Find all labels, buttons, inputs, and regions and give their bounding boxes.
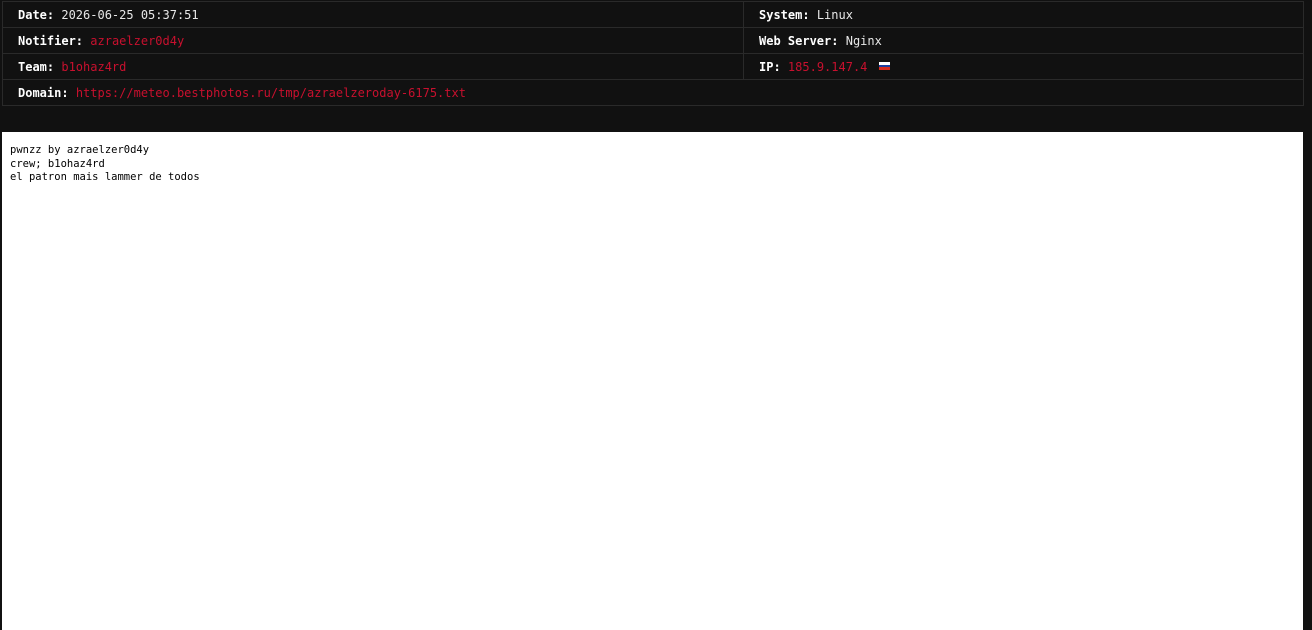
mirror-line: el patron mais lammer de todos bbox=[10, 171, 200, 183]
date-label: Date: bbox=[18, 7, 55, 22]
notifier-link[interactable]: azraelzer0d4y bbox=[90, 34, 184, 48]
webserver-cell: Web Server: Nginx bbox=[743, 27, 1304, 54]
ip-cell: IP: 185.9.147.4 bbox=[743, 53, 1304, 80]
team-label: Team: bbox=[18, 59, 55, 74]
mirror-line: crew; b1ohaz4rd bbox=[10, 157, 105, 170]
system-label: System: bbox=[759, 7, 810, 22]
russia-flag-icon bbox=[878, 62, 890, 70]
webserver-label: Web Server: bbox=[759, 33, 839, 48]
mirror-info-table: Date: 2026-06-25 05:37:51 System: Linux … bbox=[2, 1, 1304, 106]
system-cell: System: Linux bbox=[743, 1, 1304, 28]
team-link[interactable]: b1ohaz4rd bbox=[61, 60, 126, 74]
notifier-cell: Notifier: azraelzer0d4y bbox=[2, 27, 744, 54]
info-row-date-system: Date: 2026-06-25 05:37:51 System: Linux bbox=[2, 1, 1304, 28]
date-cell: Date: 2026-06-25 05:37:51 bbox=[2, 1, 744, 28]
info-row-notifier-webserver: Notifier: azraelzer0d4y Web Server: Ngin… bbox=[2, 27, 1304, 54]
domain-label: Domain: bbox=[18, 85, 69, 100]
date-value: 2026-06-25 05:37:51 bbox=[61, 7, 199, 22]
notifier-label: Notifier: bbox=[18, 33, 84, 48]
mirror-text: pwnzz by azraelzer0d4y crew; b1ohaz4rd e… bbox=[2, 132, 1303, 185]
webserver-value: Nginx bbox=[845, 33, 882, 48]
info-row-domain: Domain: https://meteo.bestphotos.ru/tmp/… bbox=[2, 79, 1304, 106]
info-row-team-ip: Team: b1ohaz4rd IP: 185.9.147.4 bbox=[2, 53, 1304, 80]
mirror-line: pwnzz by azraelzer0d4y bbox=[10, 144, 150, 156]
domain-cell: Domain: https://meteo.bestphotos.ru/tmp/… bbox=[2, 79, 1304, 106]
mirror-content-frame: pwnzz by azraelzer0d4y crew; b1ohaz4rd e… bbox=[2, 132, 1303, 630]
domain-link[interactable]: https://meteo.bestphotos.ru/tmp/azraelze… bbox=[76, 86, 466, 100]
ip-label: IP: bbox=[759, 59, 781, 74]
ip-link[interactable]: 185.9.147.4 bbox=[788, 60, 867, 74]
system-value: Linux bbox=[816, 7, 853, 22]
team-cell: Team: b1ohaz4rd bbox=[2, 53, 744, 80]
